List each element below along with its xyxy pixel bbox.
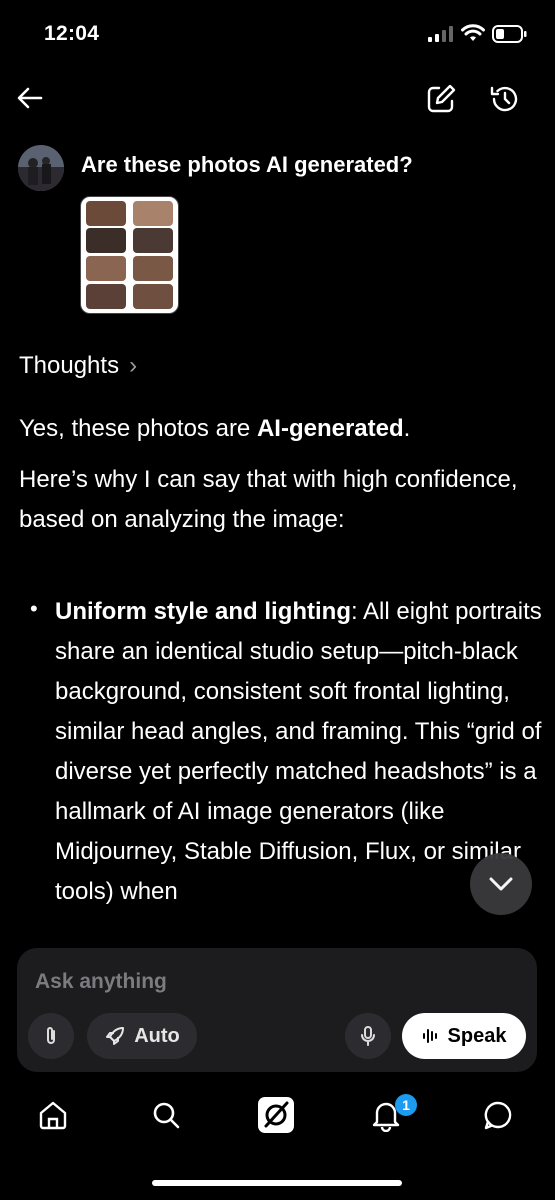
attach-button[interactable] [28,1013,74,1059]
microphone-button[interactable] [345,1013,391,1059]
microphone-icon [361,1026,375,1046]
auto-mode-button[interactable]: Auto [87,1013,197,1059]
avatar[interactable] [18,145,64,191]
speak-label: Speak [447,1024,507,1047]
wifi-icon [461,24,485,41]
chevron-right-icon: › [129,352,138,379]
nav-search[interactable] [146,1095,186,1135]
back-button[interactable] [14,82,46,114]
soundwave-icon [422,1029,437,1043]
chevron-down-icon [489,877,513,891]
paperclip-icon [47,1027,55,1044]
home-indicator [152,1180,402,1186]
scroll-down-button[interactable] [470,853,532,915]
thoughts-label: Thoughts [19,352,120,379]
nav-messages[interactable] [478,1095,518,1135]
rocket-icon [106,1027,125,1045]
home-icon [39,1101,67,1130]
auto-label: Auto [134,1024,180,1047]
signal-icon [428,26,453,42]
notification-badge: 1 [395,1094,417,1116]
answer-bullet: Uniform style and lighting: All eight po… [55,598,542,905]
bullet-marker: • [30,596,38,621]
search-icon [153,1102,180,1129]
status-time: 12:04 [44,22,100,45]
speak-button[interactable]: Speak [402,1013,526,1059]
ask-input[interactable]: Ask anything [35,970,167,994]
composer: Ask anything Auto Speak [17,948,537,1072]
nav-grok[interactable] [256,1095,296,1135]
edit-icon[interactable] [424,82,458,116]
attached-image-thumbnail[interactable] [80,196,179,314]
chat-icon [484,1101,512,1130]
grok-icon [258,1097,294,1133]
answer-intro: Yes, these photos are AI-generated. [19,415,411,442]
prompt-text: Are these photos AI generated? [81,152,413,177]
history-icon[interactable] [488,82,522,116]
answer-reason-intro: Here’s why I can say that with high conf… [19,466,518,533]
thoughts-toggle[interactable]: Thoughts › [19,352,137,380]
battery-icon [492,25,527,43]
nav-home[interactable] [33,1095,73,1135]
